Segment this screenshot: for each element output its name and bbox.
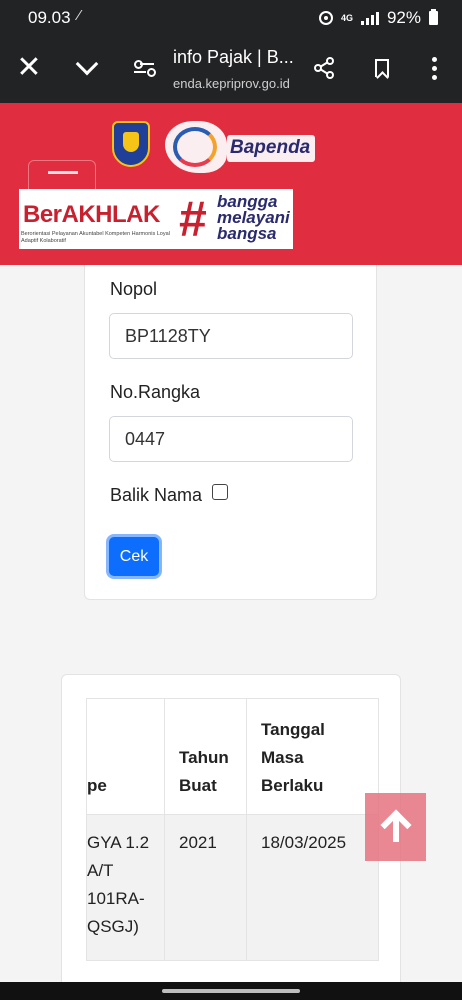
- result-card: pe Tahun Buat Tanggal Masa Berlaku GYA 1…: [61, 674, 401, 1000]
- system-nav-bar: [0, 982, 462, 1000]
- header-tipe: pe: [86, 698, 165, 815]
- tune-icon: [134, 59, 156, 77]
- status-icons: 4G 92%: [318, 8, 438, 28]
- menu-icon: [48, 171, 78, 174]
- tax-check-form: Nopol BP1128TY No.Rangka 0447 Balik Nama…: [84, 265, 377, 600]
- cell-tipe: GYA 1.2 A/T 101RA- QSGJ): [86, 814, 165, 961]
- magic-wand-icon: ⁄: [78, 7, 81, 24]
- status-time: 09.03: [28, 8, 71, 27]
- page-title[interactable]: info Pajak | B...: [173, 47, 294, 68]
- balik-nama-checkbox[interactable]: [212, 484, 228, 500]
- province-emblem-logo: [112, 121, 150, 167]
- scroll-to-top-button[interactable]: [365, 793, 426, 861]
- header-tanggal-masa-berlaku: Tanggal Masa Berlaku: [246, 698, 379, 815]
- berakhlak-banner: BerAKHLAK Berorientasi Pelayanan Akuntab…: [19, 189, 293, 249]
- signal-icon: [360, 11, 379, 25]
- cek-button[interactable]: Cek: [109, 537, 159, 576]
- chevron-down-icon: [75, 52, 99, 76]
- arrow-up-icon: [379, 809, 412, 842]
- home-gesture-handle[interactable]: [162, 989, 300, 993]
- slogan-line: bangsa: [217, 224, 277, 243]
- site-header: Bapenda BerAKHLAK Berorientasi Pelayanan…: [0, 103, 462, 265]
- status-bar: 09.03 ⁄ 4G 92%: [0, 0, 462, 36]
- bapenda-logo-icon: [165, 121, 227, 173]
- balik-nama-label: Balik Nama: [110, 485, 203, 505]
- nopol-input[interactable]: BP1128TY: [109, 313, 353, 359]
- brand-name: Bapenda: [227, 135, 316, 162]
- more-vert-icon: [431, 56, 437, 80]
- collapse-button[interactable]: [67, 48, 107, 88]
- bookmark-button[interactable]: [362, 48, 402, 88]
- page-url[interactable]: enda.kepriprov.go.id: [173, 76, 290, 91]
- share-button[interactable]: [304, 48, 344, 88]
- battery-percent: 92%: [386, 8, 421, 27]
- slogan: bangga melayani bangsa: [217, 193, 290, 243]
- battery-icon: [429, 9, 438, 25]
- berakhlak-hash: #: [179, 191, 207, 247]
- more-options-button[interactable]: [414, 48, 454, 88]
- cell-tanggal-masa-berlaku: 18/03/2025: [246, 814, 379, 961]
- cell-tahun-buat: 2021: [164, 814, 247, 961]
- rangka-input[interactable]: 0447: [109, 416, 353, 462]
- rangka-label: No.Rangka: [110, 382, 201, 402]
- result-table: pe Tahun Buat Tanggal Masa Berlaku GYA 1…: [86, 698, 379, 961]
- bookmark-icon: [375, 59, 389, 77]
- share-icon: [314, 57, 334, 79]
- close-tab-button[interactable]: ✕: [9, 48, 49, 88]
- network-type: 4G: [340, 12, 353, 23]
- table-header-row: pe Tahun Buat Tanggal Masa Berlaku: [86, 698, 379, 815]
- hotspot-icon: [318, 11, 333, 25]
- table-row: GYA 1.2 A/T 101RA- QSGJ) 2021 18/03/2025: [86, 814, 379, 961]
- berakhlak-tagline: Berorientasi Pelayanan Akuntabel Kompete…: [21, 231, 170, 244]
- header-tahun-buat: Tahun Buat: [164, 698, 247, 815]
- berakhlak-word: BerAKHLAK: [23, 201, 160, 228]
- site-settings-button[interactable]: [124, 48, 164, 88]
- nopol-label: Nopol: [110, 279, 158, 299]
- browser-toolbar: ✕ info Pajak | B... enda.kepriprov.go.id: [0, 36, 462, 103]
- close-icon: ✕: [16, 51, 42, 84]
